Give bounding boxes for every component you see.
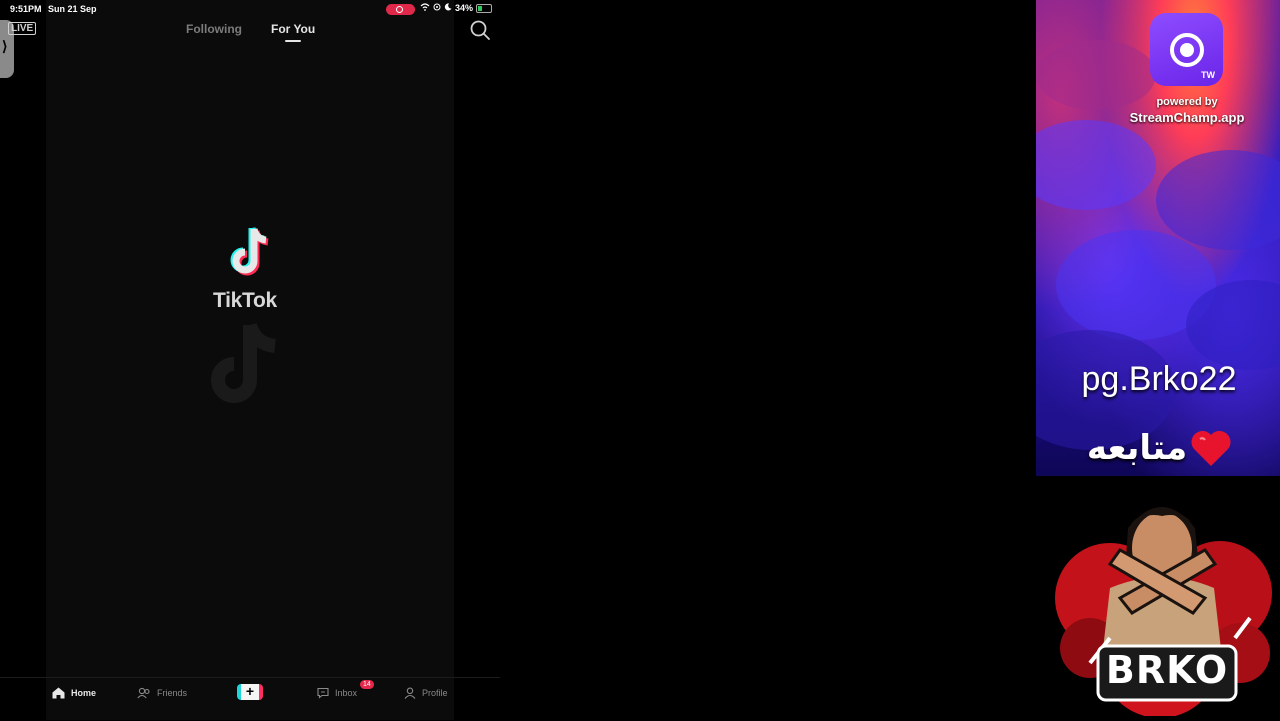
nav-friends-label: Friends <box>157 688 188 698</box>
streamer-username: pg.Brko22 <box>1081 360 1237 398</box>
moon-icon <box>444 3 452 13</box>
wifi-icon <box>420 3 430 13</box>
app-badge: TW <box>1201 70 1215 80</box>
follow-callout: متابعه <box>1080 428 1240 468</box>
tiktok-wordmark: TikTok <box>213 289 277 312</box>
heart-icon <box>1191 430 1231 466</box>
powered-by-text: powered by <box>1156 96 1218 108</box>
nav-inbox[interactable]: Inbox <box>317 687 357 699</box>
active-tab-indicator <box>285 40 301 42</box>
nav-home-label: Home <box>71 688 97 698</box>
nav-inbox-label: Inbox <box>335 688 358 698</box>
live-button[interactable]: LIVE <box>8 22 37 35</box>
nav-profile[interactable]: Profile <box>404 687 448 699</box>
battery-percent: 34% <box>455 3 474 13</box>
record-icon <box>1170 33 1204 67</box>
status-time: 9:51PM <box>10 4 42 14</box>
record-icon <box>396 6 403 13</box>
status-date: Sun 21 Sep <box>48 4 97 14</box>
profile-icon <box>404 687 416 699</box>
inbox-icon <box>317 687 329 699</box>
location-icon <box>433 3 441 13</box>
nav-home[interactable]: Home <box>52 687 96 699</box>
streamchamp-app-icon: TW <box>1150 13 1223 86</box>
app-name-text: StreamChamp.app <box>1129 110 1245 125</box>
battery-icon <box>476 3 493 13</box>
status-icons: 34% <box>420 3 493 13</box>
logo-text: BRKO <box>1105 648 1229 692</box>
friends-icon <box>137 687 150 699</box>
search-icon[interactable] <box>469 19 491 41</box>
create-button[interactable]: + <box>237 683 263 700</box>
watermark-logo-icon <box>195 320 305 410</box>
inbox-badge: 14 <box>360 680 374 689</box>
nav-profile-label: Profile <box>422 688 448 698</box>
screen-recording-indicator[interactable] <box>386 4 415 15</box>
tiktok-logo-icon <box>226 225 278 279</box>
plus-icon: + <box>245 683 255 699</box>
tab-for-you[interactable]: For You <box>271 22 315 36</box>
nav-friends[interactable]: Friends <box>137 687 187 699</box>
home-icon <box>52 687 65 699</box>
chevron-right-icon: ⟩ <box>2 38 8 54</box>
tab-following[interactable]: Following <box>186 22 242 36</box>
follow-text: متابعه <box>1086 428 1188 468</box>
